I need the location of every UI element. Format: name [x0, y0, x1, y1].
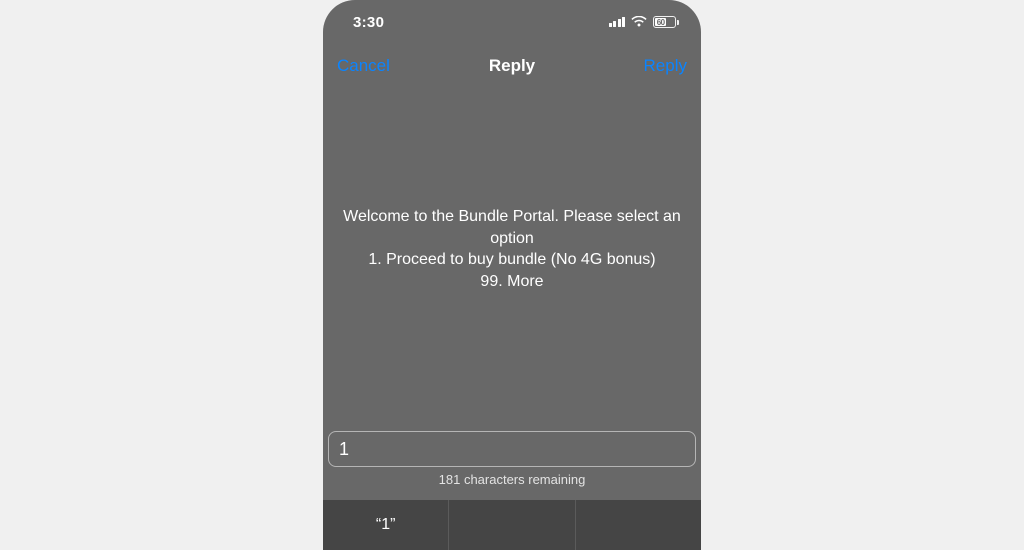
phone-screen: 3:30 60 Cancel Reply Reply Welcome to th… — [323, 0, 701, 550]
input-section: 181 characters remaining — [328, 431, 696, 487]
keyboard-suggestion-1[interactable]: “1” — [323, 500, 449, 550]
status-time: 3:30 — [353, 14, 384, 31]
status-icons: 60 — [609, 16, 680, 28]
battery-icon: 60 — [653, 16, 679, 28]
characters-remaining: 181 characters remaining — [328, 472, 696, 487]
wifi-icon — [631, 16, 647, 28]
ussd-message: Welcome to the Bundle Portal. Please sel… — [323, 88, 701, 292]
page-title: Reply — [489, 56, 535, 76]
cellular-icon — [609, 17, 626, 27]
keyboard-suggestion-2[interactable] — [449, 500, 575, 550]
ussd-line-2: 1. Proceed to buy bundle (No 4G bonus) — [343, 249, 681, 271]
cancel-button[interactable]: Cancel — [337, 56, 397, 76]
keyboard-suggestion-3[interactable] — [576, 500, 701, 550]
nav-bar: Cancel Reply Reply — [323, 44, 701, 88]
battery-level: 60 — [655, 18, 666, 26]
ussd-input[interactable] — [328, 431, 696, 467]
status-bar: 3:30 60 — [323, 0, 701, 44]
reply-button[interactable]: Reply — [627, 56, 687, 76]
keyboard-suggestions: “1” — [323, 500, 701, 550]
ussd-line-3: 99. More — [343, 271, 681, 293]
ussd-line-1: Welcome to the Bundle Portal. Please sel… — [343, 206, 681, 249]
